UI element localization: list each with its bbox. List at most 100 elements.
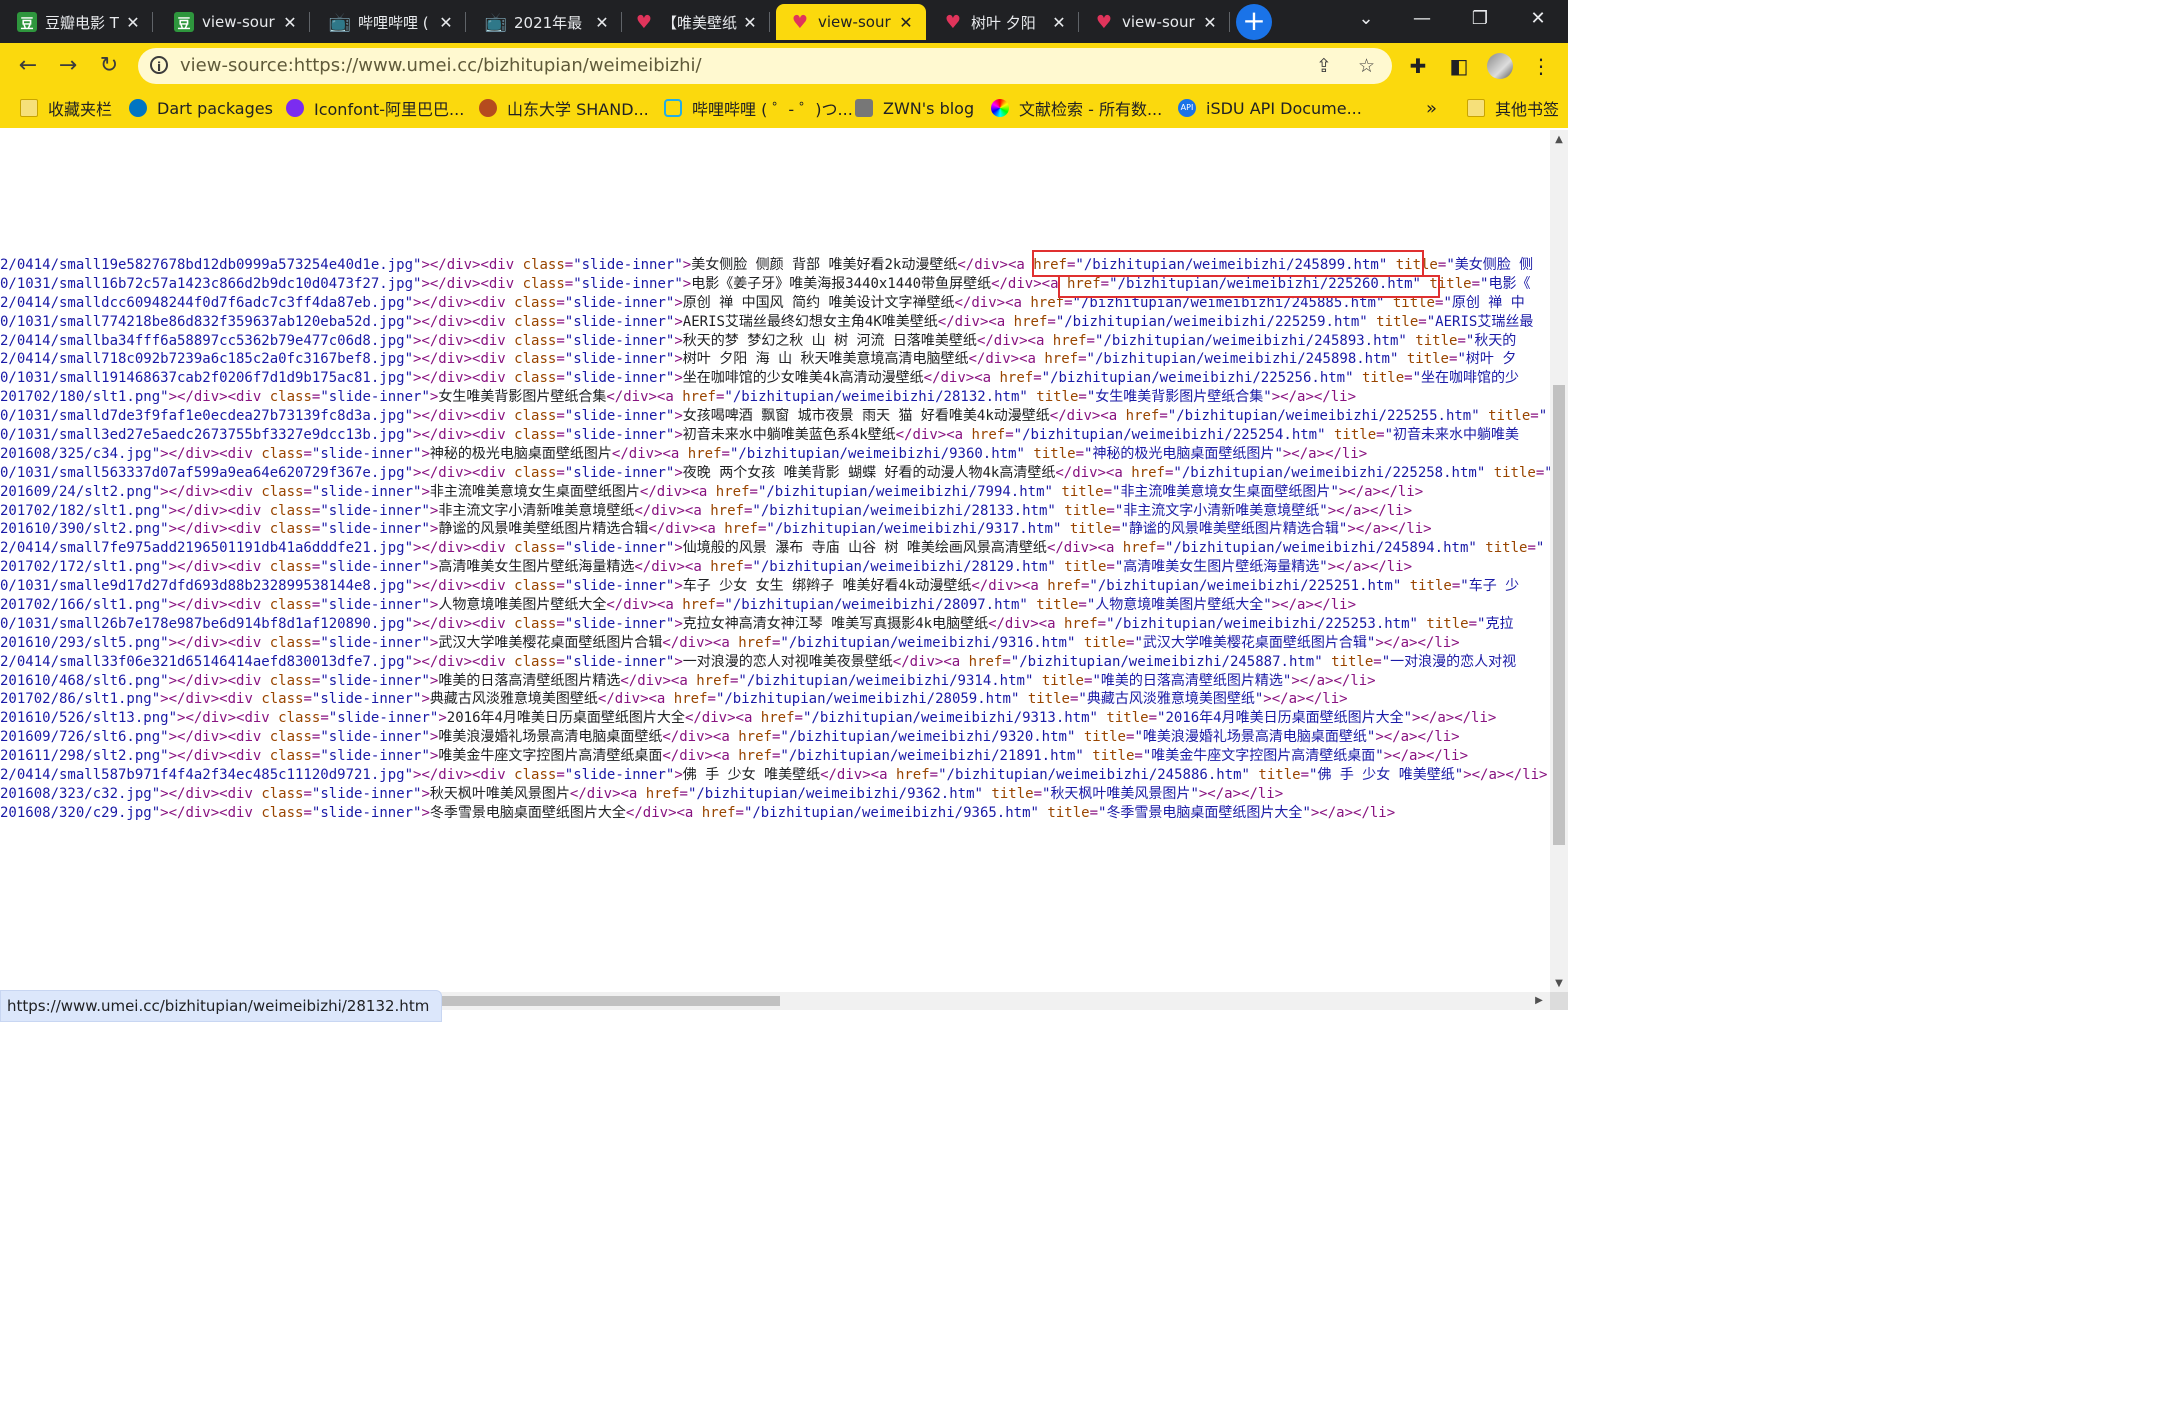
close-tab-icon[interactable]: ✕ [1200, 13, 1220, 32]
image-path: 201702/86/slt1.png [0, 691, 152, 708]
reload-button[interactable]: ↻ [92, 49, 126, 83]
source-line: 201610/526/slt13.png"></div><div class="… [0, 710, 1497, 727]
href-link[interactable]: /bizhitupian/weimeibizhi/225255.htm [1176, 408, 1471, 424]
source-line: 201609/726/slt6.png"></div><div class="s… [0, 729, 1460, 746]
bookmark-4[interactable]: 哔哩哔哩 ( ゜- ゜)つ... [664, 90, 853, 126]
close-tab-icon[interactable]: ✕ [592, 13, 612, 32]
href-link[interactable]: /bizhitupian/weimeibizhi/9365.htm [752, 805, 1030, 821]
href-link[interactable]: /bizhitupian/weimeibizhi/9362.htm [696, 786, 974, 802]
tab-4[interactable]: ♥ 【唯美壁纸 ✕ [620, 4, 770, 40]
restore-button[interactable]: ❐ [1452, 0, 1508, 40]
close-tab-icon[interactable]: ✕ [896, 13, 916, 32]
address-bar[interactable]: i view-source:https://www.umei.cc/bizhit… [138, 48, 1392, 84]
source-line: 2/0414/small7fe975add2196501191db41a6ddd… [0, 540, 1545, 557]
attr-title: 原创 禅 中 [1451, 294, 1525, 311]
slide-title: 车子 少女 女生 绑辫子 唯美好看4k动漫壁纸 [682, 578, 972, 595]
href-link[interactable]: /bizhitupian/weimeibizhi/7994.htm [766, 484, 1044, 500]
menu-kebab-icon[interactable]: ⋮ [1524, 49, 1558, 83]
href-link[interactable]: /bizhitupian/weimeibizhi/245898.htm [1095, 351, 1390, 367]
href-link[interactable]: /bizhitupian/weimeibizhi/9360.htm [738, 446, 1016, 462]
href-link[interactable]: /bizhitupian/weimeibizhi/28129.htm [761, 559, 1048, 575]
share-icon[interactable]: ⇪ [1316, 48, 1332, 84]
side-panel-icon[interactable]: ◧ [1442, 49, 1476, 83]
tab-3[interactable]: 📺 2021年最 ✕ [472, 4, 622, 40]
profile-avatar[interactable] [1487, 53, 1513, 79]
scroll-down-icon[interactable]: ▼ [1550, 978, 1568, 989]
bookmark-label: Dart packages [157, 98, 273, 118]
bookmarks-overflow-button[interactable]: » [1426, 90, 1437, 126]
close-tab-icon[interactable]: ✕ [740, 13, 760, 32]
close-tab-icon[interactable]: ✕ [280, 13, 300, 32]
slide-title: 佛 手 少女 唯美壁纸 [682, 767, 821, 784]
tab-2[interactable]: 📺 哔哩哔哩 (✕ [316, 4, 466, 40]
close-tab-icon[interactable]: ✕ [123, 13, 143, 32]
tab-7[interactable]: ♥ view-sour ✕ [1080, 4, 1230, 40]
href-link[interactable]: /bizhitupian/weimeibizhi/9314.htm [747, 673, 1025, 689]
href-link[interactable]: /bizhitupian/weimeibizhi/28132.htm [733, 389, 1020, 405]
href-link[interactable]: /bizhitupian/weimeibizhi/225258.htm [1182, 465, 1477, 481]
slide-title: 非主流文字小清新唯美意境壁纸 [438, 502, 635, 519]
source-line: 201610/390/slt2.png"></div><div class="s… [0, 521, 1432, 538]
href-link[interactable]: /bizhitupian/weimeibizhi/245894.htm [1173, 540, 1468, 556]
bookmark-6[interactable]: 文献检索 - 所有数... [991, 90, 1162, 126]
href-link[interactable]: /bizhitupian/weimeibizhi/225251.htm [1098, 578, 1393, 594]
href-link[interactable]: /bizhitupian/weimeibizhi/245893.htm [1103, 333, 1398, 349]
bookmark-2[interactable]: Iconfont-阿里巴巴... [286, 90, 464, 126]
attr-title: 非主流文字小清新唯美意境壁纸 [1123, 502, 1320, 519]
scroll-right-icon[interactable]: ▶ [1530, 992, 1548, 1010]
forward-button[interactable]: → [51, 49, 85, 83]
tab-5[interactable]: ♥ view-sour ✕ [776, 4, 926, 40]
highlight-box [1058, 275, 1440, 298]
href-link[interactable]: /bizhitupian/weimeibizhi/245887.htm [1019, 654, 1314, 670]
href-link[interactable]: /bizhitupian/weimeibizhi/225253.htm [1115, 616, 1410, 632]
tab-6[interactable]: ♥ 树叶 夕阳 ✕ [929, 4, 1079, 40]
source-line: 201610/293/slt5.png"></div><div class="s… [0, 634, 1460, 651]
vertical-scroll-thumb[interactable] [1553, 385, 1565, 845]
api-icon: API [1178, 99, 1196, 117]
tab-1[interactable]: 豆 view-sour ✕ [160, 4, 310, 40]
back-button[interactable]: ← [11, 49, 45, 83]
href-link[interactable]: /bizhitupian/weimeibizhi/225256.htm [1050, 370, 1345, 386]
image-path: 0/1031/small16b72c57a1423c866d2b9dc10d04… [0, 275, 414, 292]
bookmark-1[interactable]: Dart packages [129, 90, 273, 126]
href-link[interactable]: /bizhitupian/weimeibizhi/9317.htm [775, 521, 1053, 537]
new-tab-button[interactable]: + [1236, 4, 1272, 40]
href-link[interactable]: /bizhitupian/weimeibizhi/245886.htm [947, 767, 1242, 783]
site-info-icon[interactable]: i [150, 56, 168, 74]
href-link[interactable]: /bizhitupian/weimeibizhi/28097.htm [733, 597, 1020, 613]
slide-title: 唯美的日落高清壁纸图片精选 [438, 672, 621, 689]
address-url[interactable]: view-source:https://www.umei.cc/bizhitup… [180, 48, 702, 84]
extensions-puzzle-icon[interactable]: ✚ [1401, 49, 1435, 83]
other-bookmarks-folder[interactable]: 其他书签 [1467, 90, 1559, 126]
tab-search-icon[interactable]: ⌄ [1338, 0, 1394, 40]
href-link[interactable]: /bizhitupian/weimeibizhi/21891.htm [789, 748, 1076, 764]
close-tab-icon[interactable]: ✕ [1049, 13, 1069, 32]
href-link[interactable]: /bizhitupian/weimeibizhi/9313.htm [811, 710, 1089, 726]
bookmark-3[interactable]: 山东大学 SHAND... [479, 90, 649, 126]
tab-title: 2021年最 [514, 13, 583, 32]
close-window-button[interactable]: ✕ [1510, 0, 1566, 40]
tab-0[interactable]: 豆豆瓣电影 T ✕ [3, 4, 153, 40]
bookmark-label: 收藏夹栏 [48, 100, 113, 119]
douban-icon: 豆 [17, 12, 37, 32]
href-link[interactable]: /bizhitupian/weimeibizhi/28059.htm [724, 691, 1011, 707]
source-code: 2/0414/small19e5827678bd12db0999a573254e… [0, 256, 1550, 823]
bookmark-5[interactable]: ZWN's blog [855, 90, 974, 126]
image-path: 201702/180/slt1.png [0, 389, 161, 406]
href-link[interactable]: /bizhitupian/weimeibizhi/28133.htm [761, 503, 1048, 519]
close-tab-icon[interactable]: ✕ [436, 13, 456, 32]
tab-strip: 豆豆瓣电影 T ✕ 豆 view-sour ✕ 📺 哔哩哔哩 (✕ 📺 2021年最 ✕ ♥ 【唯美壁… [0, 0, 1568, 43]
bookmark-7[interactable]: API iSDU API Docume... [1178, 90, 1362, 126]
bookmark-0[interactable]: 收藏夹栏 [20, 90, 112, 126]
href-link[interactable]: /bizhitupian/weimeibizhi/9316.htm [789, 635, 1067, 651]
href-link[interactable]: /bizhitupian/weimeibizhi/225254.htm [1022, 427, 1317, 443]
scroll-up-icon[interactable]: ▲ [1550, 134, 1568, 145]
href-link[interactable]: /bizhitupian/weimeibizhi/9320.htm [789, 729, 1067, 745]
href-link[interactable]: /bizhitupian/weimeibizhi/225259.htm [1064, 314, 1359, 330]
source-view[interactable]: 2/0414/small19e5827678bd12db0999a573254e… [0, 130, 1550, 992]
minimize-button[interactable]: — [1394, 0, 1450, 40]
attr-title: 秋天枫叶唯美风景图片 [1050, 785, 1191, 802]
vertical-scrollbar[interactable]: ▲ ▼ [1550, 130, 1568, 992]
tab-title: 哔哩哔哩 ( [358, 13, 429, 32]
bookmark-star-icon[interactable]: ☆ [1358, 48, 1375, 84]
